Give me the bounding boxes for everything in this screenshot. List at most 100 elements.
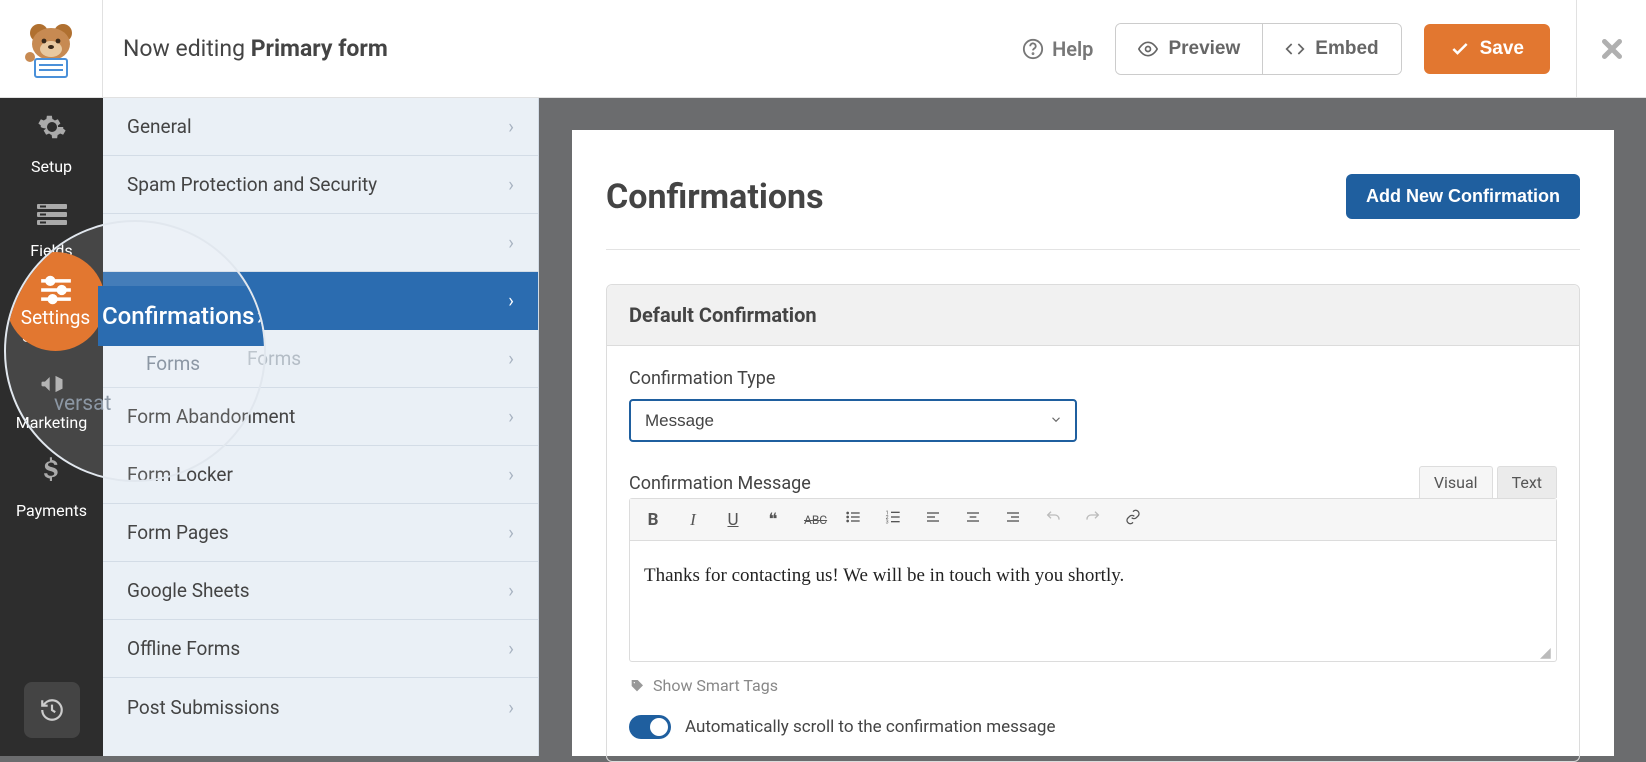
sidebar-label: Setup: [31, 157, 72, 176]
dollar-icon: [42, 456, 62, 493]
align-left-icon[interactable]: [924, 509, 942, 530]
save-label: Save: [1480, 38, 1524, 60]
megaphone-icon: [37, 370, 67, 405]
help-icon: [1022, 38, 1044, 60]
settings-item-label: Forms: [127, 347, 301, 370]
eye-icon: [1138, 39, 1158, 59]
gear-icon: [37, 112, 67, 149]
embed-icon: [1285, 39, 1305, 59]
bullet-list-icon[interactable]: [844, 509, 862, 530]
settings-item-post-submissions[interactable]: Post Submissions ›: [103, 678, 538, 736]
auto-scroll-toggle-row: Automatically scroll to the confirmation…: [629, 715, 1557, 739]
confirmation-type-label: Confirmation Type: [629, 368, 1557, 389]
confirmation-box: Default Confirmation Confirmation Type M…: [606, 284, 1580, 762]
embed-button[interactable]: Embed: [1262, 24, 1400, 74]
sidebar-item-setup[interactable]: Setup: [0, 98, 103, 186]
settings-item-offline-forms[interactable]: Offline Forms ›: [103, 620, 538, 678]
page-header: Confirmations Add New Confirmation: [606, 174, 1580, 250]
quote-icon[interactable]: ❝: [764, 510, 782, 530]
editor-tab-visual[interactable]: Visual: [1419, 466, 1493, 498]
sidebar-label: Fields: [30, 241, 72, 260]
align-right-icon[interactable]: [1004, 509, 1022, 530]
save-button[interactable]: Save: [1424, 24, 1550, 74]
preview-button[interactable]: Preview: [1116, 24, 1262, 74]
chevron-right-icon: ›: [508, 173, 514, 196]
settings-item-form-abandonment[interactable]: Form Abandonment ›: [103, 388, 538, 446]
smart-tags-label: Show Smart Tags: [653, 676, 778, 695]
bold-icon[interactable]: B: [644, 510, 662, 530]
settings-item-label: Confirmations: [127, 289, 247, 312]
chevron-right-icon: ›: [508, 405, 514, 428]
sidebar-item-fields[interactable]: Fields: [0, 186, 103, 270]
form-name: Primary form: [251, 35, 388, 62]
preview-embed-group: Preview Embed: [1115, 23, 1401, 75]
header: Now editing Primary form Help Preview Em…: [0, 0, 1646, 98]
settings-item-confirmations[interactable]: Confirmations ›: [103, 272, 538, 330]
settings-item-label: Offline Forms: [127, 637, 240, 660]
auto-scroll-toggle[interactable]: [629, 715, 671, 739]
confirmation-message-input[interactable]: Thanks for contacting us! We will be in …: [630, 541, 1556, 661]
history-icon: [39, 697, 65, 723]
list-icon: [37, 200, 67, 233]
settings-item-label: Form Abandonment: [127, 405, 295, 428]
resize-handle-icon[interactable]: ◢: [1540, 645, 1554, 659]
show-smart-tags-link[interactable]: Show Smart Tags: [629, 676, 1557, 695]
editor-toolbar: B I U ❝ ABC 123: [630, 499, 1556, 541]
settings-sidebar: General › Spam Protection and Security ›…: [103, 98, 539, 756]
chevron-right-icon: ›: [508, 637, 514, 660]
settings-item-label: General: [127, 115, 192, 138]
numbered-list-icon[interactable]: 123: [884, 509, 902, 530]
help-link[interactable]: Help: [1022, 37, 1093, 61]
auto-scroll-label: Automatically scroll to the confirmation…: [685, 717, 1056, 737]
confirmation-message-label: Confirmation Message: [629, 473, 811, 494]
revisions-button[interactable]: [24, 682, 80, 738]
editor: B I U ❝ ABC 123: [629, 498, 1557, 662]
underline-icon[interactable]: U: [724, 510, 742, 530]
editor-tabs: Visual Text: [1419, 466, 1557, 498]
link-icon[interactable]: [1124, 509, 1142, 530]
settings-item-spam[interactable]: Spam Protection and Security ›: [103, 156, 538, 214]
preview-label: Preview: [1168, 38, 1240, 60]
settings-item-form-pages[interactable]: Form Pages ›: [103, 504, 538, 562]
app-logo[interactable]: [0, 0, 103, 98]
confirmation-box-title: Default Confirmation: [607, 285, 1579, 346]
chevron-right-icon: ›: [508, 696, 514, 719]
close-button[interactable]: [1576, 0, 1646, 98]
chevron-right-icon: ›: [508, 347, 514, 370]
header-title: Now editing Primary form: [103, 35, 1022, 62]
editing-prefix: Now editing: [123, 35, 251, 62]
help-label: Help: [1052, 37, 1093, 61]
chevron-right-icon: ›: [508, 463, 514, 486]
align-center-icon[interactable]: [964, 509, 982, 530]
settings-item-notifications[interactable]: ›: [103, 214, 538, 272]
chevron-right-icon: ›: [508, 289, 514, 312]
confirmation-type-select[interactable]: Message: [629, 399, 1077, 442]
strikethrough-icon[interactable]: ABC: [804, 513, 822, 527]
close-icon: [1597, 34, 1627, 64]
sidebar-label: Settings: [22, 327, 80, 346]
chevron-right-icon: ›: [508, 521, 514, 544]
undo-icon[interactable]: [1044, 509, 1062, 530]
sidebar-item-payments[interactable]: Payments: [0, 442, 103, 530]
settings-item-label: Form Pages: [127, 521, 229, 544]
sidebar-item-marketing[interactable]: Marketing: [0, 356, 103, 442]
check-icon: [1450, 39, 1470, 59]
sidebar-item-settings[interactable]: Settings: [0, 270, 103, 356]
chevron-right-icon: ›: [508, 115, 514, 138]
settings-item-general[interactable]: General ›: [103, 98, 538, 156]
svg-text:3: 3: [886, 520, 889, 525]
settings-item-conversational-forms[interactable]: Forms ›: [103, 330, 538, 388]
add-confirmation-button[interactable]: Add New Confirmation: [1346, 174, 1580, 219]
settings-item-label: Google Sheets: [127, 579, 250, 602]
editor-tab-text[interactable]: Text: [1497, 466, 1557, 498]
settings-item-label: Post Submissions: [127, 696, 280, 719]
confirmation-type-select-wrap: Message: [629, 399, 1077, 442]
header-actions: Help Preview Embed Save: [1022, 0, 1646, 98]
page-title: Confirmations: [606, 177, 824, 217]
italic-icon[interactable]: I: [684, 510, 702, 530]
redo-icon[interactable]: [1084, 509, 1102, 530]
settings-item-google-sheets[interactable]: Google Sheets ›: [103, 562, 538, 620]
settings-item-form-locker[interactable]: Form Locker ›: [103, 446, 538, 504]
sliders-icon: [37, 284, 67, 319]
embed-label: Embed: [1315, 38, 1378, 60]
